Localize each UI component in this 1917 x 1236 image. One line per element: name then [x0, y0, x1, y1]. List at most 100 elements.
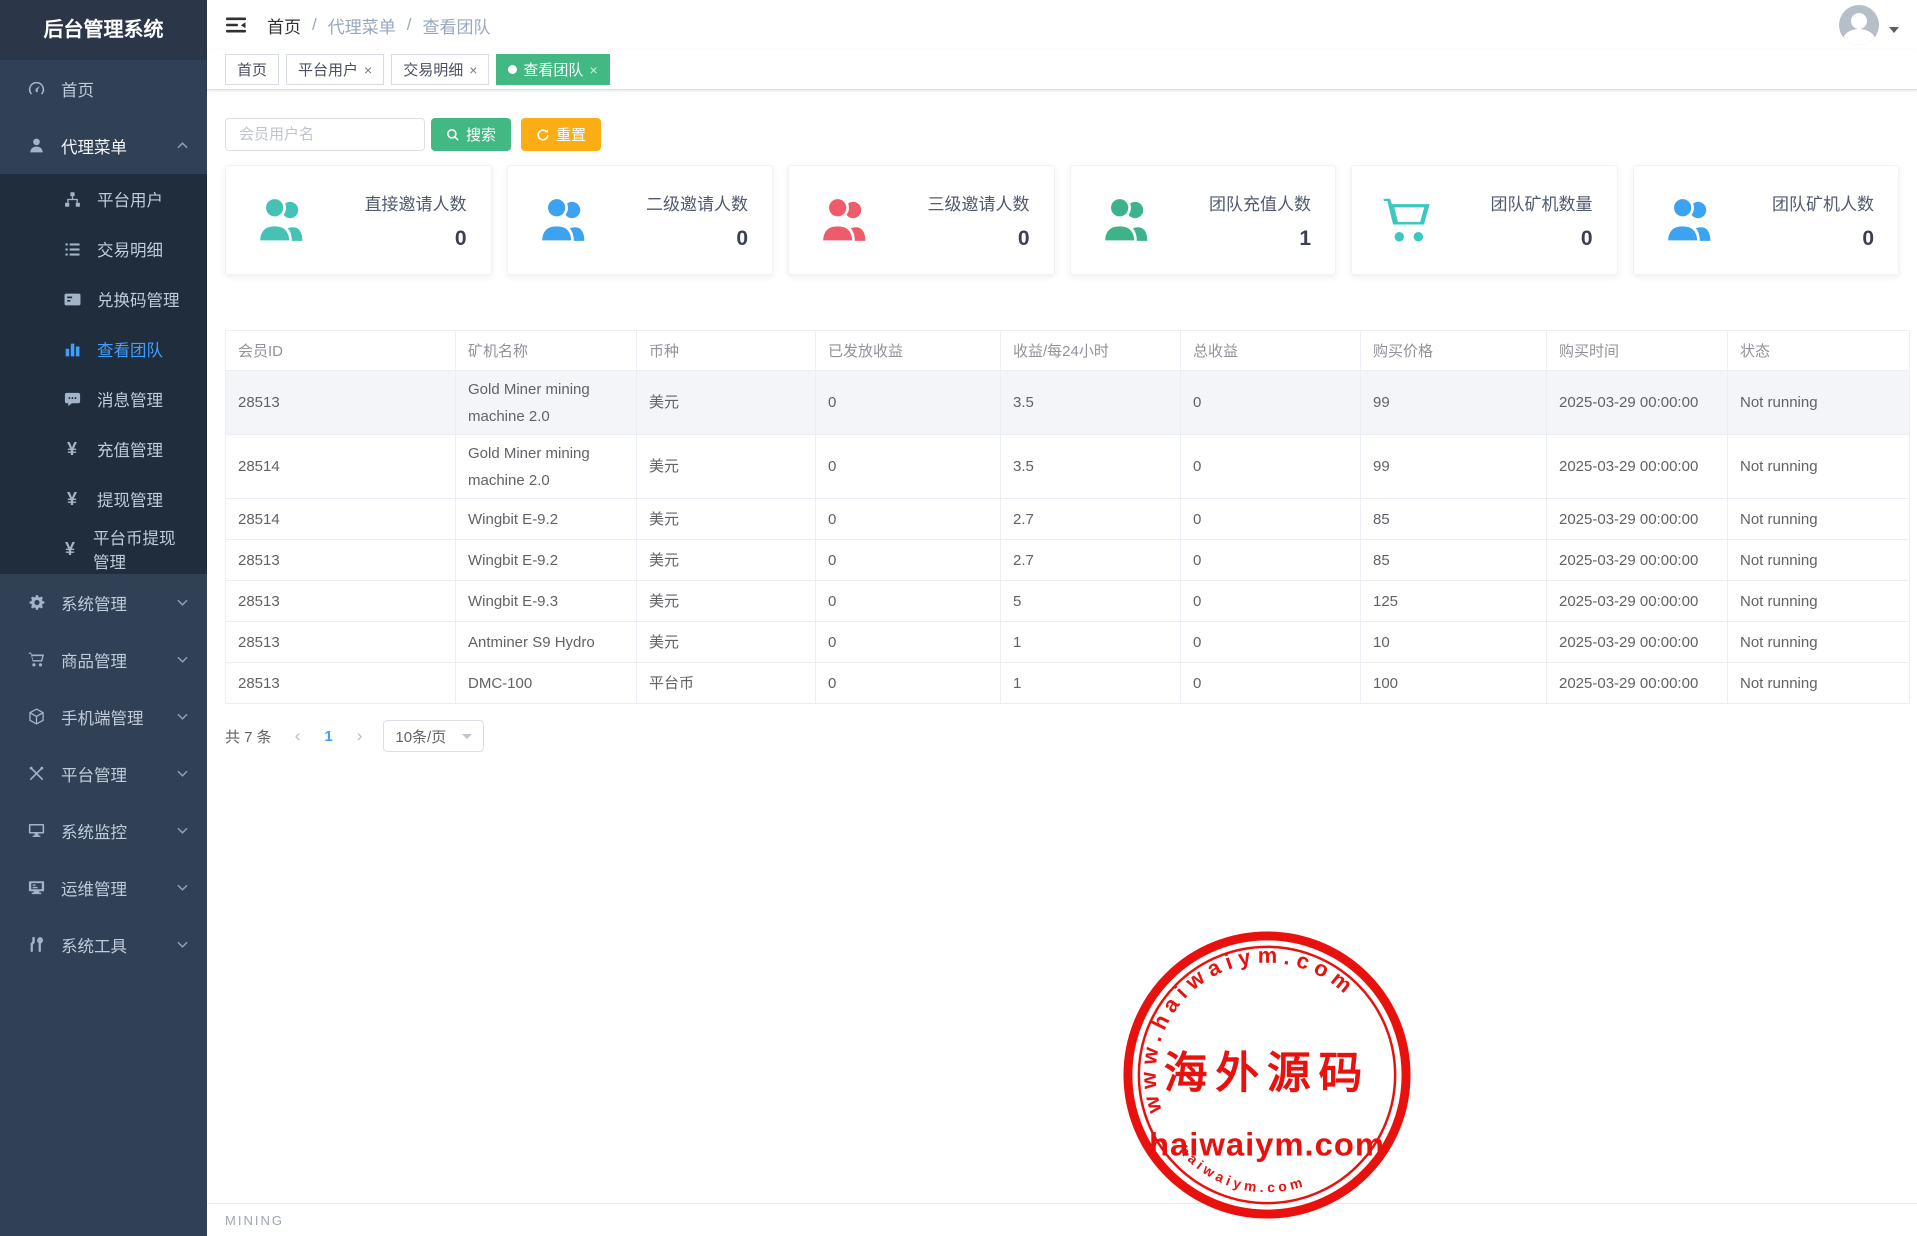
stat-card: 团队矿机人数0	[1633, 165, 1900, 275]
search-input[interactable]	[225, 118, 425, 151]
sidebar-subitem[interactable]: 平台用户	[0, 174, 207, 224]
table-row[interactable]: 28513Wingbit E-9.2美元02.70852025-03-29 00…	[226, 540, 1910, 581]
bar-chart-icon	[60, 340, 84, 359]
pagination-total: 共 7 条	[225, 726, 272, 747]
table-cell: Not running	[1728, 622, 1910, 663]
users-icon	[252, 191, 310, 249]
close-icon[interactable]: ×	[589, 63, 597, 77]
table-cell: 0	[1181, 581, 1361, 622]
users-icon	[534, 191, 592, 249]
avatar[interactable]	[1839, 5, 1879, 45]
table-cell: 0	[1181, 499, 1361, 540]
stat-card: 三级邀请人数0	[788, 165, 1055, 275]
sidebar-item[interactable]: 运维管理	[0, 859, 207, 916]
table-cell: Not running	[1728, 435, 1910, 499]
wrench-icon	[24, 935, 48, 954]
gear-icon	[24, 593, 48, 612]
tree-icon	[60, 190, 84, 209]
table-cell: 2025-03-29 00:00:00	[1547, 622, 1728, 663]
table-row[interactable]: 28514Wingbit E-9.2美元02.70852025-03-29 00…	[226, 499, 1910, 540]
sidebar-item[interactable]: 系统工具	[0, 916, 207, 973]
tab-item[interactable]: 首页	[225, 54, 279, 85]
machines-table: 会员ID矿机名称币种已发放收益收益/每24小时总收益购买价格购买时间状态 285…	[225, 330, 1910, 704]
tab-item[interactable]: 平台用户×	[286, 54, 384, 85]
sidebar-subitem[interactable]: 消息管理	[0, 374, 207, 424]
table-row[interactable]: 28513Gold Miner mining machine 2.0美元03.5…	[226, 371, 1910, 435]
table-row[interactable]: 28513Antminer S9 Hydro美元010102025-03-29 …	[226, 622, 1910, 663]
sidebar-collapse-icon[interactable]	[225, 15, 247, 35]
reset-button[interactable]: 重置	[521, 118, 601, 151]
sidebar-item[interactable]: 代理菜单	[0, 117, 207, 174]
sidebar-item[interactable]: 商品管理	[0, 631, 207, 688]
table-cell: 0	[1181, 435, 1361, 499]
chevron-down-icon	[176, 767, 189, 780]
caret-down-icon[interactable]	[1889, 27, 1899, 33]
table-cell: 0	[816, 663, 1001, 704]
tab-active[interactable]: 查看团队 ×	[496, 54, 609, 85]
tag-views-bar: 首页平台用户×交易明细× 查看团队 ×	[207, 50, 1917, 90]
cube-icon	[24, 707, 48, 726]
table-cell: 2025-03-29 00:00:00	[1547, 581, 1728, 622]
stat-card-meta: 团队矿机人数0	[1772, 190, 1874, 251]
sidebar-item[interactable]: 系统监控	[0, 802, 207, 859]
sidebar-item-label: 系统管理	[61, 591, 127, 615]
table-cell: 3.5	[1001, 435, 1181, 499]
stat-card-label: 三级邀请人数	[928, 190, 1030, 215]
monitor-icon	[24, 821, 48, 840]
table-cell: 10	[1361, 622, 1547, 663]
prev-page-icon[interactable]: ‹	[286, 726, 310, 746]
app-title: 后台管理系统	[0, 0, 207, 60]
users-icon	[815, 191, 873, 249]
refresh-icon	[536, 128, 550, 142]
page-number[interactable]: 1	[315, 728, 341, 745]
table-header-cell: 购买时间	[1547, 331, 1728, 371]
cart-icon	[24, 650, 48, 669]
tab-label: 查看团队	[523, 59, 583, 80]
sidebar-subitem[interactable]: ¥提现管理	[0, 474, 207, 524]
table-cell: 5	[1001, 581, 1181, 622]
sidebar-subitem-label: 平台用户	[97, 187, 163, 211]
search-icon	[446, 128, 460, 142]
stat-card-value: 0	[646, 227, 748, 251]
sidebar-subitem[interactable]: ¥充值管理	[0, 424, 207, 474]
tab-item[interactable]: 交易明细×	[391, 54, 489, 85]
table-cell: 0	[816, 581, 1001, 622]
table-cell: 0	[816, 540, 1001, 581]
cart-icon	[1378, 191, 1436, 249]
sidebar-subitem[interactable]: 交易明细	[0, 224, 207, 274]
stat-card: 团队充值人数1	[1070, 165, 1337, 275]
search-button[interactable]: 搜索	[431, 118, 511, 151]
dashboard-icon	[24, 79, 48, 98]
sidebar-item[interactable]: 系统管理	[0, 574, 207, 631]
close-icon[interactable]: ×	[469, 63, 477, 77]
breadcrumb-item[interactable]: 首页	[267, 13, 301, 38]
table-header-cell: 会员ID	[226, 331, 456, 371]
chevron-down-icon	[176, 881, 189, 894]
table-cell: 100	[1361, 663, 1547, 704]
table-cell: Gold Miner mining machine 2.0	[456, 371, 637, 435]
chevron-down-icon	[176, 824, 189, 837]
table-cell: 0	[1181, 540, 1361, 581]
page-size-select[interactable]: 10条/页	[383, 720, 484, 752]
sidebar-subitem[interactable]: ¥平台币提现管理	[0, 524, 207, 574]
table-header-cell: 矿机名称	[456, 331, 637, 371]
table-cell: 2025-03-29 00:00:00	[1547, 435, 1728, 499]
table-row[interactable]: 28513Wingbit E-9.3美元0501252025-03-29 00:…	[226, 581, 1910, 622]
table-cell: 99	[1361, 435, 1547, 499]
table-cell: Not running	[1728, 581, 1910, 622]
table-cell: 0	[816, 499, 1001, 540]
chevron-down-icon	[176, 710, 189, 723]
sidebar-item[interactable]: 首页	[0, 60, 207, 117]
close-icon[interactable]: ×	[364, 63, 372, 77]
sidebar-item[interactable]: 平台管理	[0, 745, 207, 802]
sidebar-subitem[interactable]: 兑换码管理	[0, 274, 207, 324]
table-cell: 2.7	[1001, 540, 1181, 581]
next-page-icon[interactable]: ›	[348, 726, 372, 746]
table-row[interactable]: 28514Gold Miner mining machine 2.0美元03.5…	[226, 435, 1910, 499]
table-cell: 2025-03-29 00:00:00	[1547, 371, 1728, 435]
sidebar-subitem[interactable]: 查看团队	[0, 324, 207, 374]
stat-card-value: 1	[1209, 227, 1311, 251]
sidebar-item[interactable]: 手机端管理	[0, 688, 207, 745]
table-row[interactable]: 28513DMC-100平台币0101002025-03-29 00:00:00…	[226, 663, 1910, 704]
table-cell: 0	[1181, 663, 1361, 704]
